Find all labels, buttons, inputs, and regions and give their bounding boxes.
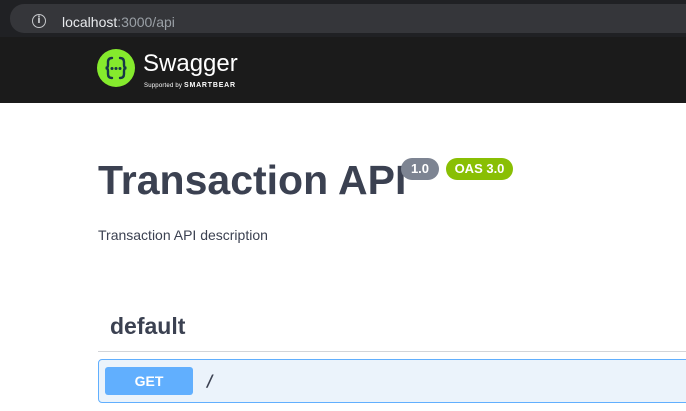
operation-get-root[interactable]: GET / [98, 359, 686, 403]
url-path: :3000/api [117, 14, 175, 30]
swagger-logo-glyph [105, 56, 127, 80]
url-field[interactable]: i localhost:3000/api [10, 4, 686, 33]
swagger-topbar: Swagger Supported by SMARTBEAR [0, 37, 686, 103]
brand-name[interactable]: Swagger [143, 51, 238, 77]
tag-divider [98, 351, 686, 352]
brand-sub-prefix: Supported by [144, 83, 183, 89]
brand-company: SMARTBEAR [183, 82, 236, 89]
brand-supported-by: Supported by SMARTBEAR [144, 82, 236, 90]
version-badge: 1.0 [401, 158, 439, 180]
api-description: Transaction API description [98, 227, 268, 243]
info-icon[interactable]: i [32, 14, 46, 28]
tag-heading-default[interactable]: default [110, 312, 185, 340]
oas-badge: OAS 3.0 [446, 158, 513, 180]
operation-path[interactable]: / [205, 371, 215, 391]
url-text[interactable]: localhost:3000/api [62, 13, 175, 31]
method-badge-get[interactable]: GET [105, 367, 193, 395]
url-host: localhost [62, 14, 118, 30]
browser-address-bar: i localhost:3000/api [0, 0, 686, 37]
swagger-logo-icon[interactable] [97, 49, 135, 87]
api-title: Transaction API [98, 157, 407, 203]
